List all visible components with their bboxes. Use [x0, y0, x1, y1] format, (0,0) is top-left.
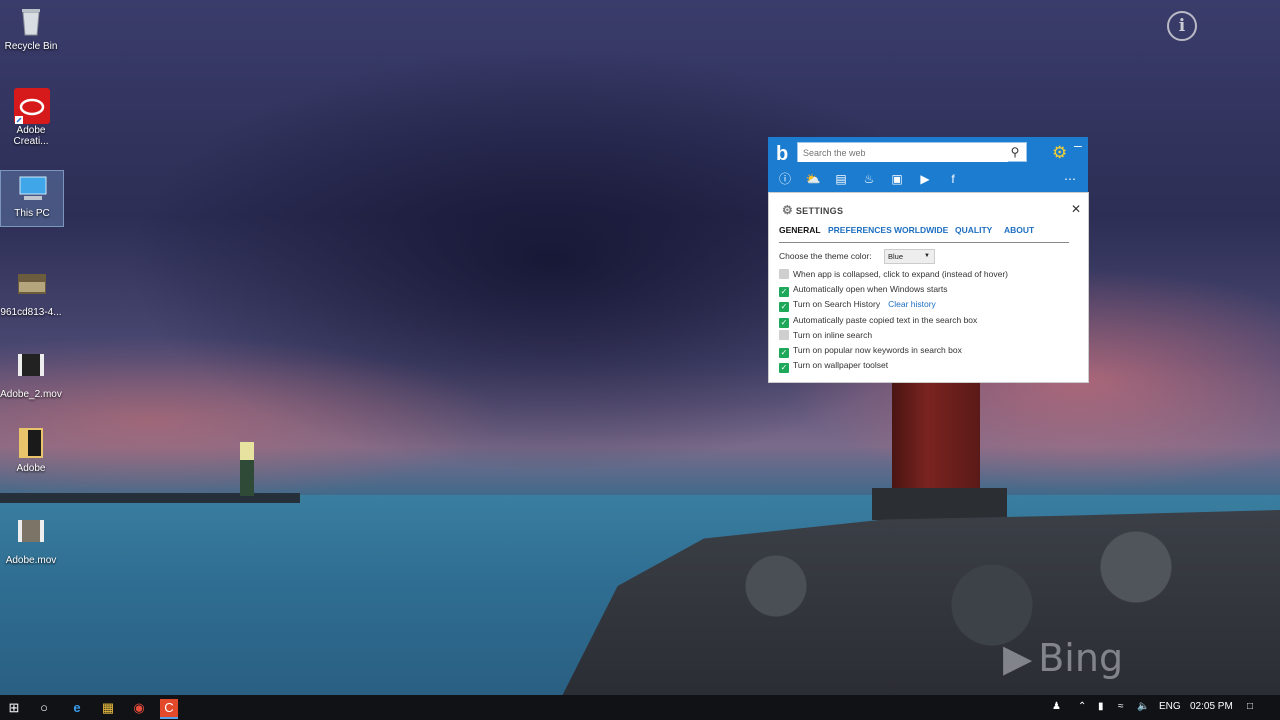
desktop-icon-image[interactable]: 961cd813-4... [0, 270, 62, 318]
checkbox[interactable] [779, 269, 789, 279]
desktop-icon-label: Recycle Bin [4, 41, 58, 52]
settings-tabs: GENERAL PREFERENCES WORLDWIDE QUALITY AB… [779, 224, 1069, 243]
camtasia-icon[interactable]: C [160, 699, 178, 719]
option-search-history[interactable]: ✓ Turn on Search History Clear history [779, 299, 936, 312]
clock[interactable]: 02:05 PM [1190, 701, 1233, 712]
wifi-icon[interactable]: ≈ [1118, 701, 1124, 712]
checkbox-checked[interactable]: ✓ [779, 302, 789, 312]
desktop-icon-label: Adobe Creati... [13, 125, 49, 147]
info-icon[interactable]: ⓘ [776, 170, 794, 188]
weather-icon[interactable]: ⛅ [804, 170, 822, 188]
option-label: When app is collapsed, click to expand (… [793, 269, 1008, 279]
bing-logo-icon: ▶ [1003, 636, 1033, 680]
edge-icon[interactable]: e [68, 699, 86, 717]
bing-logo-icon[interactable]: b [776, 143, 788, 166]
checkbox-checked[interactable]: ✓ [779, 287, 789, 297]
people-icon[interactable]: ♟ [1052, 701, 1061, 712]
search-box: ⚲ [797, 142, 1027, 162]
computer-icon [15, 171, 49, 205]
video-file-icon [14, 518, 48, 552]
option-auto-paste[interactable]: ✓ Automatically paste copied text in the … [779, 315, 977, 328]
desktop-icon-adobe-cc[interactable]: Adobe Creati... [0, 88, 62, 147]
option-click-to-expand[interactable]: When app is collapsed, click to expand (… [779, 269, 1008, 279]
bing-desktop-bar: b ⚲ ⚙ – ⓘ ⛅ ▤ ♨ ▣ ▶ f ⋯ [768, 137, 1088, 192]
wallpaper-lighthouse [892, 382, 980, 492]
settings-title-text: SETTINGS [795, 206, 844, 216]
option-wallpaper-toolset[interactable]: ✓ Turn on wallpaper toolset [779, 360, 888, 373]
video-file-icon [14, 352, 48, 386]
option-popular-keywords[interactable]: ✓ Turn on popular now keywords in search … [779, 345, 962, 358]
close-icon[interactable]: ✕ [1071, 202, 1081, 216]
wallpaper-small-lighthouse [240, 442, 254, 496]
desktop-icon-label: Adobe.mov [5, 555, 57, 566]
option-label: Automatically paste copied text in the s… [793, 315, 978, 325]
option-open-on-start[interactable]: ✓ Automatically open when Windows starts [779, 284, 948, 297]
trending-icon[interactable]: ♨ [860, 170, 878, 188]
desktop-icon-label: This PC [14, 208, 50, 219]
option-label: Turn on popular now keywords in search b… [793, 345, 962, 355]
desktop-icon-adobe-folder[interactable]: Adobe [0, 426, 62, 474]
checkbox[interactable] [779, 330, 789, 340]
checkbox-checked[interactable]: ✓ [779, 318, 789, 328]
battery-icon[interactable]: ▮ [1098, 701, 1104, 712]
bing-toolbar: ⓘ ⛅ ▤ ♨ ▣ ▶ f ⋯ [774, 170, 1084, 188]
news-icon[interactable]: ▤ [832, 170, 850, 188]
settings-gear-icon: ⚙ [782, 203, 794, 217]
tab-quality[interactable]: QUALITY [955, 225, 992, 235]
desktop-icon-label: Adobe [16, 463, 46, 474]
clear-history-link[interactable]: Clear history [888, 299, 936, 309]
wallpaper-info-icon[interactable]: i [1167, 11, 1197, 41]
gear-icon[interactable]: ⚙ [1052, 143, 1067, 163]
search-input[interactable] [798, 144, 1008, 162]
chrome-icon[interactable]: ◉ [130, 699, 148, 717]
volume-icon[interactable]: 🔈 [1137, 701, 1149, 712]
desktop-icon-this-pc[interactable]: This PC [0, 170, 64, 227]
theme-color-label: Choose the theme color: [779, 251, 872, 261]
search-icon[interactable]: ⚲ [1007, 144, 1023, 160]
settings-title: ⚙ SETTINGS [782, 203, 843, 217]
windows-start-icon[interactable]: ⊞ [5, 699, 23, 717]
theme-color-value: Blue [888, 252, 904, 261]
folder-icon [14, 426, 48, 460]
recycle-bin-icon [14, 4, 48, 38]
tab-worldwide[interactable]: WORLDWIDE [894, 225, 948, 235]
wallpaper-lighthouse-base [872, 488, 1007, 520]
desktop-icon-adobe-2-mov[interactable]: Adobe_2.mov [0, 352, 62, 400]
facebook-icon[interactable]: f [944, 170, 962, 188]
bing-watermark-text: Bing [1038, 636, 1124, 680]
cortana-icon[interactable]: ○ [35, 699, 53, 717]
option-inline-search[interactable]: Turn on inline search [779, 330, 872, 340]
images-icon[interactable]: ▣ [888, 170, 906, 188]
more-icon[interactable]: ⋯ [1061, 170, 1079, 188]
minimize-icon[interactable]: – [1074, 137, 1082, 153]
desktop-icon-label: Adobe_2.mov [0, 389, 62, 400]
checkbox-checked[interactable]: ✓ [779, 363, 789, 373]
videos-icon[interactable]: ▶ [916, 170, 934, 188]
theme-color-select[interactable]: Blue ▼ [884, 249, 935, 264]
tab-about[interactable]: ABOUT [1004, 225, 1034, 235]
desktop-icon-adobe-mov[interactable]: Adobe.mov [0, 518, 62, 566]
file-explorer-icon[interactable]: ▦ [99, 699, 117, 717]
desktop-icon-label: 961cd813-4... [0, 307, 62, 318]
wallpaper-pier [0, 493, 300, 503]
taskbar: ⊞ ○ e ▦ ◉ C ♟ ⌃ ▮ ≈ 🔈 ENG 02:05 PM □ [0, 695, 1280, 720]
image-file-icon [14, 270, 48, 304]
option-label: Turn on wallpaper toolset [793, 360, 889, 370]
settings-panel: ⚙ SETTINGS ✕ GENERAL PREFERENCES WORLDWI… [768, 192, 1089, 383]
bing-watermark: ▶ Bing [1003, 636, 1123, 680]
notification-icon[interactable]: □ [1247, 701, 1253, 712]
desktop-icon-recycle-bin[interactable]: Recycle Bin [0, 4, 62, 52]
checkbox-checked[interactable]: ✓ [779, 348, 789, 358]
language-indicator[interactable]: ENG [1159, 701, 1181, 712]
tab-general[interactable]: GENERAL [779, 225, 821, 235]
option-label: Turn on inline search [793, 330, 873, 340]
adobe-cc-icon [14, 88, 50, 124]
option-label: Turn on Search History [793, 299, 881, 309]
chevron-up-icon[interactable]: ⌃ [1078, 701, 1086, 712]
chevron-down-icon: ▼ [924, 253, 930, 259]
tab-preferences[interactable]: PREFERENCES [828, 225, 892, 235]
option-label: Automatically open when Windows starts [793, 284, 948, 294]
